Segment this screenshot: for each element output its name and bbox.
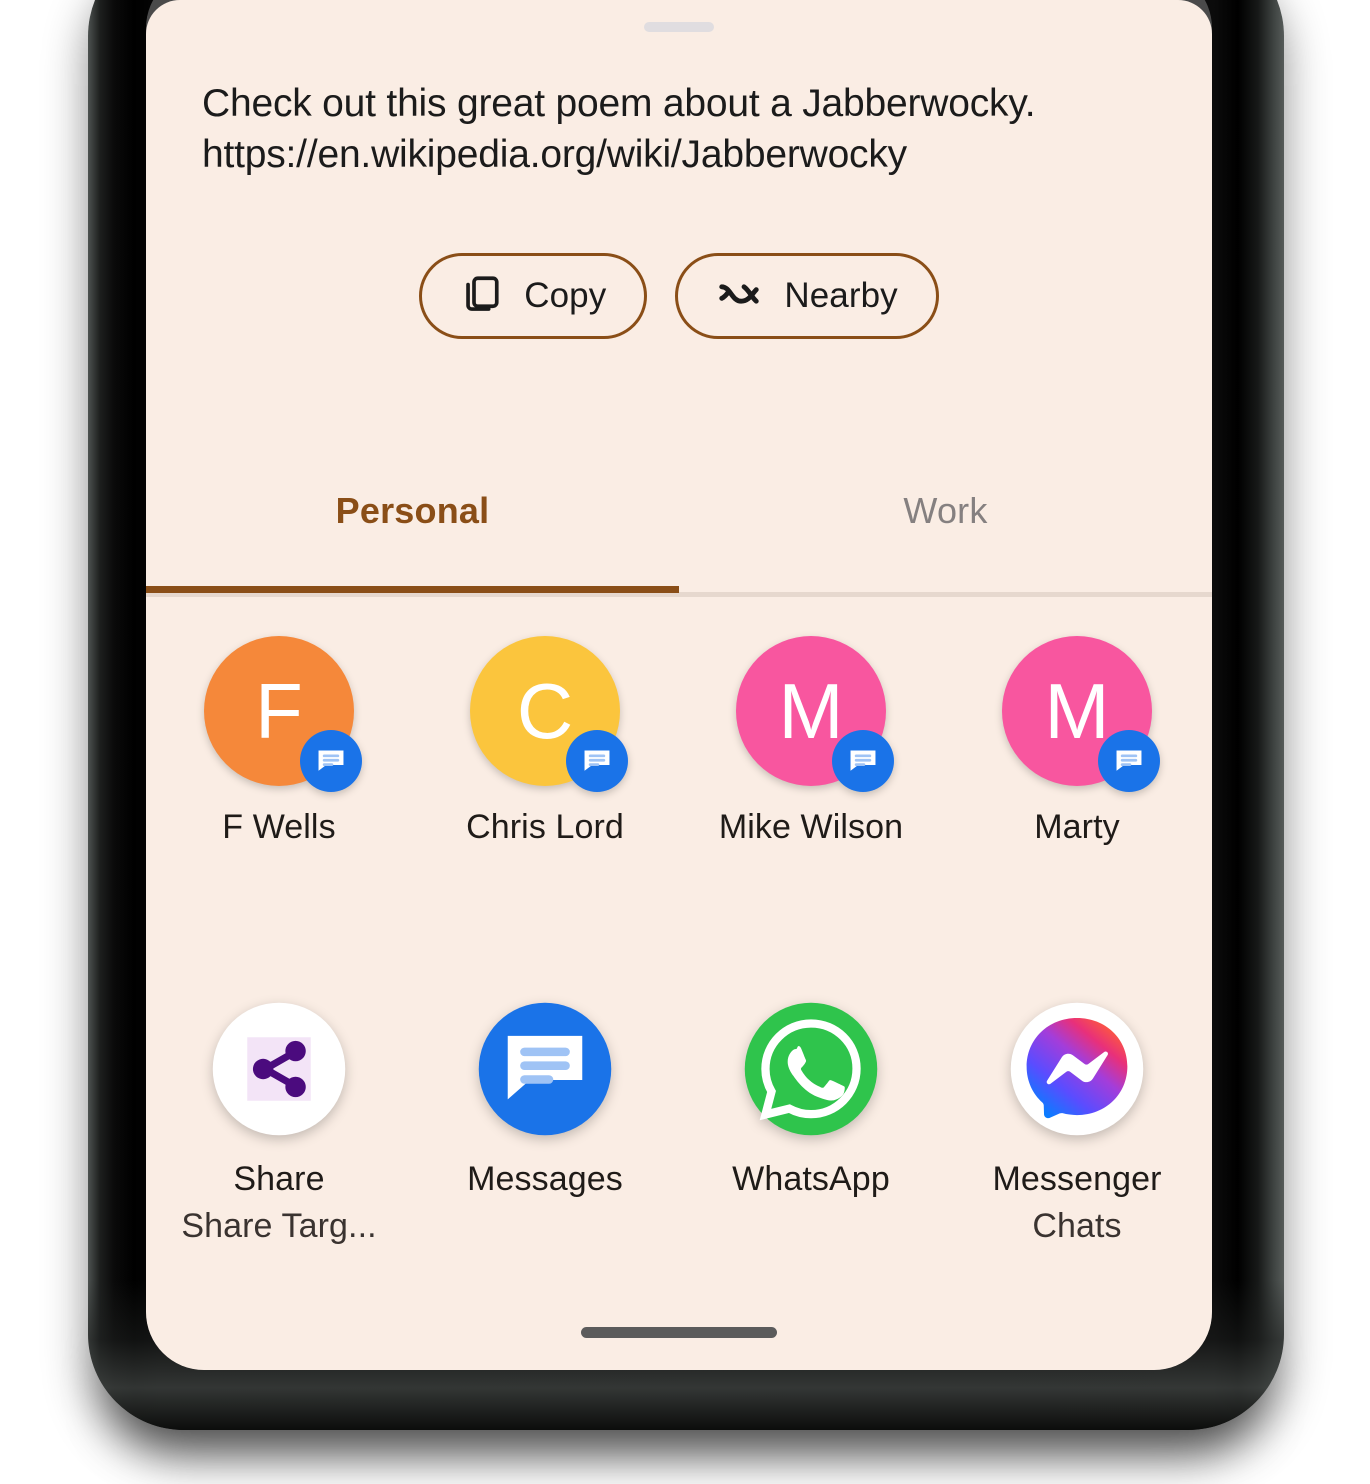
share-target-app[interactable]: Messages bbox=[412, 1000, 678, 1246]
avatar: F bbox=[204, 636, 362, 792]
messages-app-icon bbox=[476, 1000, 614, 1138]
screenshot-stage: Check out this great poem about a Jabber… bbox=[0, 0, 1370, 1484]
copy-button[interactable]: Copy bbox=[419, 253, 648, 339]
messenger-icon bbox=[1008, 1000, 1146, 1138]
phone-screen: Check out this great poem about a Jabber… bbox=[146, 0, 1212, 1370]
share-target-sublabel: Share Targ... bbox=[181, 1207, 377, 1245]
share-target-label: Marty bbox=[1034, 808, 1120, 846]
tab-active-indicator bbox=[146, 586, 679, 593]
avatar: M bbox=[736, 636, 894, 792]
whatsapp-icon bbox=[742, 1000, 880, 1138]
avatar: M bbox=[1002, 636, 1160, 792]
share-target-label: Messenger bbox=[992, 1160, 1162, 1198]
share-target-label: WhatsApp bbox=[732, 1160, 890, 1198]
share-apps-row: Share Share Targ... Messages WhatsApp Me… bbox=[146, 1000, 1212, 1246]
copy-button-label: Copy bbox=[524, 276, 607, 315]
profile-tabs: Personal Work bbox=[146, 466, 1212, 592]
tab-work[interactable]: Work bbox=[679, 466, 1212, 592]
messages-icon bbox=[566, 730, 628, 792]
share-target-app[interactable]: Share Share Targ... bbox=[146, 1000, 412, 1246]
share-icon bbox=[210, 1000, 348, 1138]
nearby-button-label: Nearby bbox=[784, 276, 898, 315]
messages-icon bbox=[832, 730, 894, 792]
copy-icon bbox=[460, 273, 502, 320]
action-chip-row: Copy Nearby bbox=[146, 253, 1212, 339]
avatar: C bbox=[470, 636, 628, 792]
share-target-label: Messages bbox=[467, 1160, 623, 1198]
tab-work-label: Work bbox=[903, 490, 988, 531]
messages-icon bbox=[1098, 730, 1160, 792]
share-target-contact[interactable]: M Mike Wilson bbox=[678, 636, 944, 847]
tab-personal[interactable]: Personal bbox=[146, 466, 679, 592]
android-share-sheet: Check out this great poem about a Jabber… bbox=[146, 0, 1212, 1370]
share-target-label: F Wells bbox=[222, 808, 336, 846]
share-target-label: Chris Lord bbox=[466, 808, 624, 846]
share-target-app[interactable]: Messenger Chats bbox=[944, 1000, 1210, 1246]
share-target-contact[interactable]: M Marty bbox=[944, 636, 1210, 847]
share-preview-text: Check out this great poem about a Jabber… bbox=[202, 82, 1036, 176]
direct-share-contacts-row: F F Wells C Chris Lord M Mike Wilson M M… bbox=[146, 636, 1212, 847]
share-target-contact[interactable]: C Chris Lord bbox=[412, 636, 678, 847]
drag-handle[interactable] bbox=[644, 22, 714, 32]
share-target-label: Share bbox=[233, 1160, 325, 1198]
share-target-app[interactable]: WhatsApp bbox=[678, 1000, 944, 1246]
nearby-button[interactable]: Nearby bbox=[675, 253, 939, 339]
tab-personal-label: Personal bbox=[335, 490, 490, 531]
share-target-contact[interactable]: F F Wells bbox=[146, 636, 412, 847]
gesture-nav-pill[interactable] bbox=[581, 1327, 777, 1338]
share-target-label: Mike Wilson bbox=[718, 808, 904, 846]
messages-icon bbox=[300, 730, 362, 792]
nearby-share-icon bbox=[716, 271, 762, 322]
share-target-sublabel: Chats bbox=[1032, 1207, 1122, 1245]
